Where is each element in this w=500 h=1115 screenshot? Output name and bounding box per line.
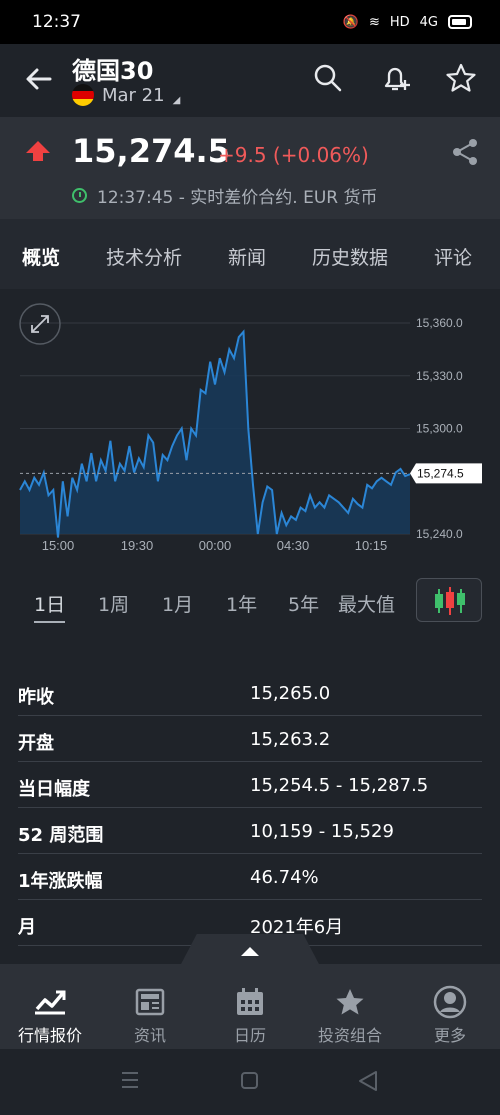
section-tabs: 概览 技术分析 新闻 历史数据 评论 bbox=[0, 219, 500, 289]
tab-history[interactable]: 历史数据 bbox=[312, 243, 388, 270]
stat-label: 52 周范围 bbox=[18, 825, 104, 846]
chart-area-fill bbox=[20, 331, 410, 538]
stat-row: 昨收 15,265.0 bbox=[18, 670, 482, 716]
stat-value: 15,263.2 bbox=[250, 729, 331, 750]
stat-value: 15,254.5 - 15,287.5 bbox=[250, 775, 429, 796]
tab-news[interactable]: 新闻 bbox=[228, 243, 266, 270]
signal-label: 4G bbox=[419, 14, 438, 30]
stat-row: 开盘 15,263.2 bbox=[18, 716, 482, 762]
nav-label: 更多 bbox=[433, 1026, 466, 1045]
nav-label: 行情报价 bbox=[17, 1026, 82, 1045]
range-max[interactable]: 最大值 bbox=[338, 590, 395, 617]
stat-value: 10,159 - 15,529 bbox=[250, 821, 394, 842]
add-alert-bell-icon[interactable] bbox=[378, 60, 414, 96]
bottom-navigation: 行情报价 资讯 日历 投资组合 更多 bbox=[0, 964, 500, 1049]
quote-time-row: 12:37:45 - 实时差价合约. EUR 货币 bbox=[72, 183, 378, 208]
x-tick-label: 10:15 bbox=[355, 538, 388, 553]
stat-label: 当日幅度 bbox=[18, 779, 90, 800]
up-arrow-icon bbox=[26, 141, 50, 161]
key-stats: 昨收 15,265.0 开盘 15,263.2 当日幅度 15,254.5 - 15,… bbox=[0, 670, 500, 946]
network-label: HD bbox=[389, 14, 410, 30]
y-tick-label: 15,240.0 bbox=[416, 527, 463, 541]
clock-icon bbox=[72, 188, 87, 203]
share-icon[interactable] bbox=[450, 137, 480, 167]
wifi-icon: ≋ bbox=[368, 14, 380, 30]
price-chart[interactable]: 15,360.0 15,330.0 15,300.0 15,240.0 15:00 19:… bbox=[0, 289, 500, 557]
last-price: 15,274.5 bbox=[72, 132, 230, 170]
status-time: 12:37 bbox=[32, 12, 81, 32]
status-bar: 12:37 🔕 ≋ HD 4G bbox=[0, 0, 500, 44]
x-tick-label: 00:00 bbox=[199, 538, 232, 553]
chart-icon bbox=[35, 990, 66, 1015]
system-navigation bbox=[0, 1049, 500, 1111]
x-tick-label: 04:30 bbox=[277, 538, 310, 553]
stat-row: 当日幅度 15,254.5 - 15,287.5 bbox=[18, 762, 482, 808]
stat-row: 1年涨跌幅 46.74% bbox=[18, 854, 482, 900]
nav-label: 日历 bbox=[233, 1026, 266, 1045]
news-icon bbox=[135, 988, 165, 1016]
y-tick-label: 15,300.0 bbox=[416, 422, 463, 436]
stat-value: 15,265.0 bbox=[250, 683, 331, 704]
nav-label: 资讯 bbox=[133, 1026, 166, 1045]
status-icons: 🔕 ≋ HD 4G bbox=[343, 15, 472, 30]
instrument-subtitle: Mar 21 ◢ bbox=[72, 84, 180, 106]
range-selector: 1日 1周 1月 1年 5年 最大值 bbox=[0, 578, 500, 624]
germany-flag-icon bbox=[72, 84, 94, 106]
nav-quotes[interactable]: 行情报价 bbox=[0, 984, 100, 1046]
candlestick-icon bbox=[435, 587, 465, 615]
stat-label: 1年涨跌幅 bbox=[18, 871, 103, 892]
recent-apps-icon[interactable] bbox=[122, 1072, 138, 1088]
x-tick-label: 15:00 bbox=[42, 538, 75, 553]
star-icon bbox=[336, 989, 364, 1015]
range-5y[interactable]: 5年 bbox=[288, 590, 319, 617]
user-icon bbox=[433, 985, 467, 1019]
x-tick-label: 19:30 bbox=[121, 538, 154, 553]
price-change: +9.5 (+0.06%) bbox=[218, 143, 369, 167]
y-tick-label: 15,360.0 bbox=[416, 316, 463, 330]
search-icon[interactable] bbox=[310, 60, 346, 96]
back-arrow-icon[interactable] bbox=[22, 62, 56, 96]
tab-overview[interactable]: 概览 bbox=[22, 243, 60, 270]
candlestick-toggle-button[interactable] bbox=[416, 578, 482, 622]
calendar-icon bbox=[237, 988, 263, 1015]
watchlist-star-icon[interactable] bbox=[443, 60, 479, 96]
stat-label: 昨收 bbox=[18, 687, 54, 708]
nav-portfolio[interactable]: 投资组合 bbox=[300, 984, 400, 1046]
nav-label: 投资组合 bbox=[317, 1026, 382, 1045]
quote-date: Mar 21 bbox=[102, 84, 165, 106]
chart-svg: 15,360.0 15,330.0 15,300.0 15,240.0 15:00 19:… bbox=[19, 303, 482, 553]
range-1m[interactable]: 1月 bbox=[162, 590, 193, 617]
range-1d[interactable]: 1日 bbox=[34, 590, 66, 623]
tab-comments[interactable]: 评论 bbox=[434, 243, 472, 270]
app-header: 德国30 Mar 21 ◢ bbox=[0, 44, 500, 117]
stat-row: 52 周范围 10,159 - 15,529 bbox=[18, 808, 482, 854]
nav-more[interactable]: 更多 bbox=[400, 984, 500, 1046]
range-1y[interactable]: 1年 bbox=[226, 590, 257, 617]
stat-value: 46.74% bbox=[250, 867, 319, 888]
current-price-label: 15,274.5 bbox=[417, 466, 464, 480]
dropdown-corner-icon[interactable]: ◢ bbox=[173, 95, 181, 106]
battery-icon bbox=[448, 15, 472, 29]
mute-icon: 🔕 bbox=[342, 14, 359, 30]
home-icon[interactable] bbox=[241, 1072, 258, 1089]
tab-technical[interactable]: 技术分析 bbox=[106, 243, 182, 270]
instrument-title: 德国30 bbox=[72, 57, 154, 85]
stat-label: 月 bbox=[18, 917, 36, 938]
current-price-tag: 15,274.5 bbox=[410, 463, 482, 484]
nav-calendar[interactable]: 日历 bbox=[200, 984, 300, 1046]
y-tick-label: 15,330.0 bbox=[416, 369, 463, 383]
expand-up-icon[interactable] bbox=[241, 947, 259, 956]
expand-chart-icon[interactable] bbox=[19, 303, 61, 345]
nav-news[interactable]: 资讯 bbox=[100, 984, 200, 1046]
stat-label: 开盘 bbox=[18, 733, 54, 754]
range-1w[interactable]: 1周 bbox=[98, 590, 129, 617]
quote-timestamp: 12:37:45 - 实时差价合约. EUR 货币 bbox=[97, 188, 378, 208]
price-block: 15,274.5 +9.5 (+0.06%) 12:37:45 - 实时差价合约… bbox=[0, 117, 500, 219]
back-icon[interactable] bbox=[359, 1071, 377, 1091]
